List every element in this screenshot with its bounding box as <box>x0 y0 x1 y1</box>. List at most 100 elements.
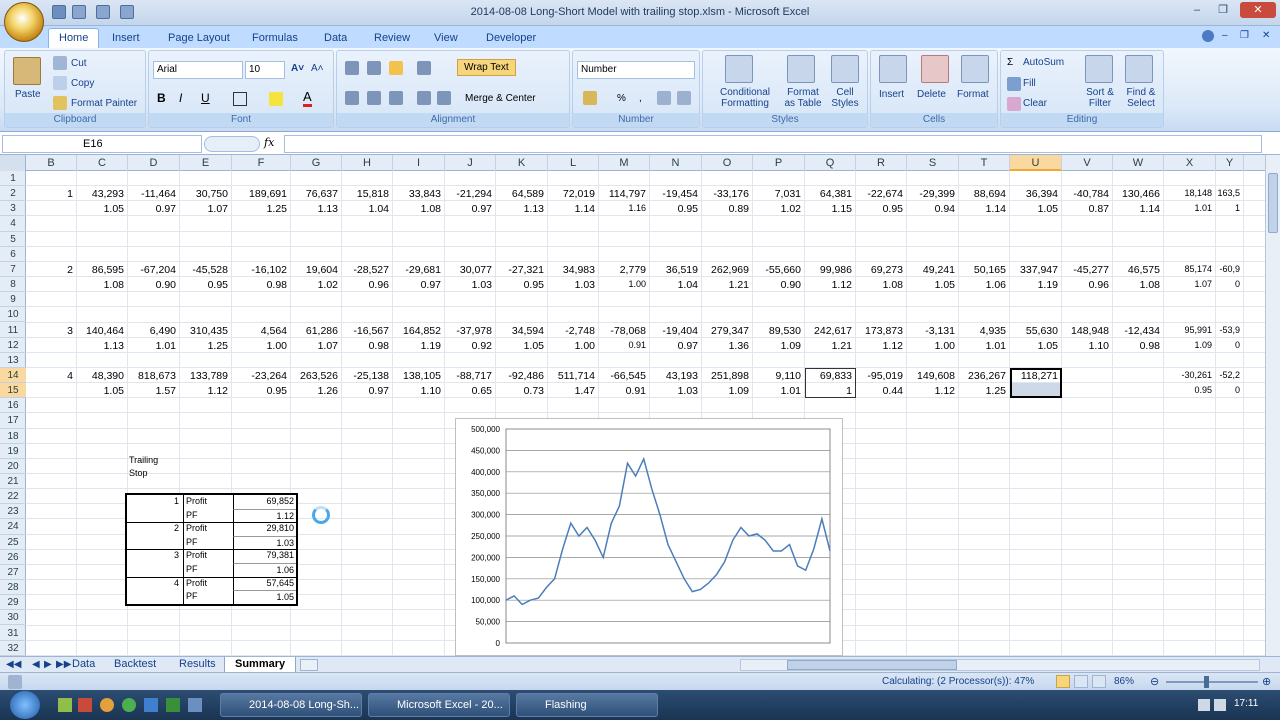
decrease-decimal-icon[interactable] <box>677 91 691 105</box>
pf-cell[interactable]: 1.25 <box>232 203 287 215</box>
tab-home[interactable]: Home <box>48 28 100 48</box>
zoom-out-icon[interactable]: ⊖ <box>1150 675 1159 688</box>
pf-cell[interactable]: 1.13 <box>77 340 124 352</box>
profit-cell[interactable]: -60,9 <box>1216 264 1240 274</box>
pf-cell[interactable]: 1.00 <box>599 279 646 289</box>
pf-cell[interactable]: 1.14 <box>548 203 595 215</box>
pf-cell[interactable]: 1.06 <box>959 279 1006 291</box>
profit-cell[interactable]: 164,852 <box>393 325 441 337</box>
autosum-icon[interactable]: Σ <box>1007 57 1013 68</box>
pf-cell[interactable]: 0.95 <box>856 203 903 215</box>
pf-cell[interactable]: 0.73 <box>496 385 544 397</box>
profit-cell[interactable]: 114,797 <box>599 188 646 200</box>
pf-cell[interactable]: 0.89 <box>702 203 749 215</box>
row-header-32[interactable]: 32 <box>0 641 26 656</box>
profit-cell[interactable]: 6,490 <box>128 325 176 337</box>
profit-cell[interactable]: 7,031 <box>753 188 801 200</box>
pf-cell[interactable]: 0.98 <box>232 279 287 291</box>
doc-close-icon[interactable]: ✕ <box>1262 30 1270 41</box>
column-header-q[interactable]: Q <box>805 155 856 171</box>
pf-cell[interactable]: 1.12 <box>856 340 903 352</box>
pf-cell[interactable]: 0.97 <box>445 203 492 215</box>
wrap-text-button[interactable]: Wrap Text <box>457 59 516 76</box>
browser-icon[interactable] <box>100 698 114 712</box>
row-header-30[interactable]: 30 <box>0 610 26 626</box>
row-header-4[interactable]: 4 <box>0 216 26 232</box>
tab-developer[interactable]: Developer <box>476 29 546 48</box>
pf-cell[interactable]: 1.19 <box>393 340 441 352</box>
fill-icon[interactable] <box>1007 77 1021 91</box>
profit-cell[interactable]: -53,9 <box>1216 325 1240 335</box>
summary-pf-label[interactable]: PF <box>183 508 233 523</box>
pf-cell[interactable]: 0.94 <box>907 203 955 215</box>
pf-cell[interactable]: 1.05 <box>496 340 544 352</box>
profit-cell[interactable]: 86,595 <box>77 264 124 276</box>
pf-cell[interactable]: 1.02 <box>291 279 338 291</box>
clock[interactable]: 17:11 <box>1234 698 1258 709</box>
paste-button[interactable]: Paste <box>15 89 41 100</box>
profit-cell[interactable]: 138,105 <box>393 370 441 382</box>
vertical-scrollbar[interactable] <box>1265 155 1280 656</box>
row-header-15[interactable]: 15 <box>0 383 26 399</box>
select-all-button[interactable] <box>0 155 26 171</box>
profit-cell[interactable]: 30,077 <box>445 264 492 276</box>
row-header-13[interactable]: 13 <box>0 353 26 368</box>
profit-cell[interactable]: 50,165 <box>959 264 1006 276</box>
summary-id[interactable]: 2 <box>127 522 181 536</box>
underline-icon[interactable]: U <box>201 91 210 105</box>
row-header-8[interactable]: 8 <box>0 277 26 293</box>
align-center-icon[interactable] <box>367 91 381 105</box>
profit-cell[interactable]: 43,193 <box>650 370 698 382</box>
align-middle-icon[interactable] <box>367 61 381 75</box>
pf-cell[interactable]: 1.05 <box>1010 203 1058 215</box>
font-name-select[interactable]: Arial <box>153 61 243 79</box>
zoom-slider[interactable] <box>1166 681 1258 683</box>
row-header-12[interactable]: 12 <box>0 338 26 353</box>
sheet-nav-first-icon[interactable]: ◀◀ <box>6 659 21 670</box>
cut-button[interactable]: Cut <box>71 58 87 69</box>
pf-cell[interactable]: 0.44 <box>856 385 903 397</box>
profit-cell[interactable]: 4,564 <box>232 325 287 337</box>
pf-cell[interactable]: 1.10 <box>1062 340 1109 352</box>
pf-cell[interactable]: 0.95 <box>180 279 228 291</box>
profit-cell[interactable]: -3,131 <box>907 325 955 337</box>
pf-cell[interactable]: 1.14 <box>959 203 1006 215</box>
pf-cell[interactable]: 0.92 <box>445 340 492 352</box>
profit-cell[interactable]: 95,991 <box>1164 325 1212 335</box>
profit-cell[interactable]: 189,691 <box>232 188 287 200</box>
redo-icon[interactable] <box>96 5 110 19</box>
sheet-tab-summary[interactable]: Summary <box>224 657 297 673</box>
insert-sheet-icon[interactable] <box>300 659 318 671</box>
profit-cell[interactable]: -66,545 <box>599 370 646 382</box>
format-table-icon[interactable] <box>787 55 815 83</box>
pf-cell[interactable]: 1 <box>805 385 852 397</box>
pf-cell[interactable]: 1.00 <box>907 340 955 352</box>
profit-cell[interactable]: -28,527 <box>342 264 389 276</box>
row-header-16[interactable]: 16 <box>0 398 26 414</box>
profit-cell[interactable]: 46,575 <box>1113 264 1160 276</box>
row-header-11[interactable]: 11 <box>0 323 26 338</box>
profit-cell[interactable]: 242,617 <box>805 325 852 337</box>
sort-filter-button[interactable]: Sort & Filter <box>1081 87 1119 109</box>
profit-cell[interactable]: 133,789 <box>180 370 228 382</box>
tab-insert[interactable]: Insert <box>102 29 150 48</box>
profit-cell[interactable]: 130,466 <box>1113 188 1160 200</box>
copy-icon[interactable] <box>53 76 67 90</box>
italic-icon[interactable]: I <box>179 91 182 105</box>
pf-cell[interactable]: 0.95 <box>1164 385 1212 395</box>
pf-cell[interactable]: 1.08 <box>77 279 124 291</box>
pf-cell[interactable]: 0.95 <box>650 203 698 215</box>
profit-cell[interactable]: -16,102 <box>232 264 287 276</box>
pf-cell[interactable]: 1.05 <box>907 279 955 291</box>
profit-cell[interactable]: 236,267 <box>959 370 1006 382</box>
taskbar-item-flashing[interactable]: Flashing <box>516 693 658 717</box>
horizontal-scroll-thumb[interactable] <box>787 660 957 670</box>
tab-page-layout[interactable]: Page Layout <box>158 29 240 48</box>
pf-cell[interactable]: 1.01 <box>753 385 801 397</box>
profit-cell[interactable]: 69,273 <box>856 264 903 276</box>
font-color-icon[interactable]: A <box>303 89 312 107</box>
profit-cell[interactable]: 818,673 <box>128 370 176 382</box>
format-table-button[interactable]: Format as Table <box>781 87 825 109</box>
tab-data[interactable]: Data <box>314 29 357 48</box>
pf-cell[interactable]: 1.02 <box>753 203 801 215</box>
